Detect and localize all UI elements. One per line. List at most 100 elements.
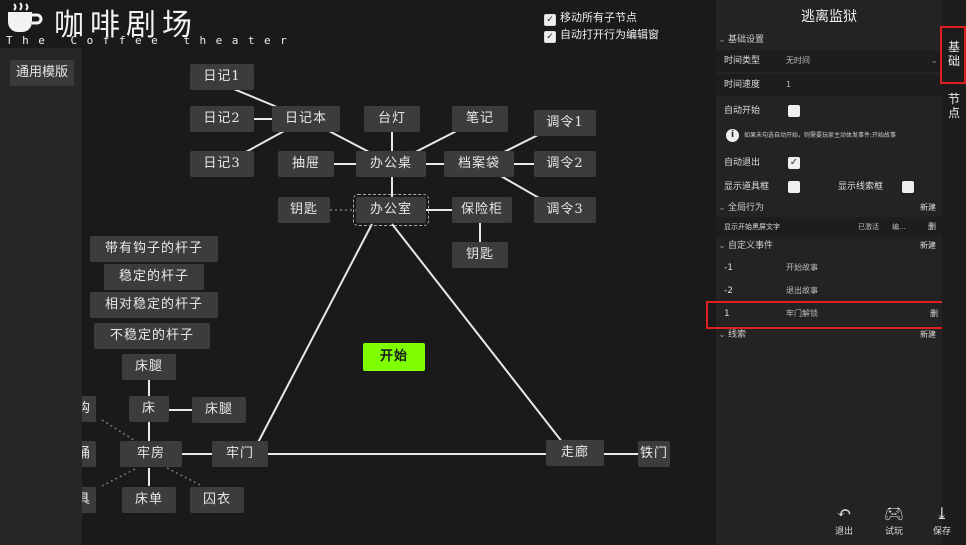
- field-label: 显示道具框: [724, 182, 770, 192]
- chevron-down-icon: ⌄: [718, 203, 726, 213]
- node-diary3[interactable]: 日记3: [190, 151, 254, 177]
- template-button[interactable]: 通用模版: [10, 60, 74, 86]
- node-diary-book[interactable]: 日记本: [272, 106, 340, 132]
- field-label: 时间类型: [724, 56, 761, 66]
- node-rod-stable[interactable]: 稳定的杆子: [104, 264, 204, 290]
- node-office[interactable]: 办公室: [353, 194, 429, 226]
- checkbox-icon[interactable]: ✓: [544, 14, 556, 26]
- node-key1[interactable]: 钥匙: [278, 197, 330, 223]
- row-time-speed[interactable]: 时间速度 1: [716, 74, 942, 96]
- section-label: 线索: [728, 330, 747, 340]
- row-auto-start[interactable]: 自动开始: [716, 100, 942, 122]
- undo-arrow-icon: ↶: [836, 503, 852, 524]
- highlight-box-tab: [940, 26, 966, 84]
- row-show-frames: 显示道具框 显示线索框: [716, 176, 942, 198]
- node-order3[interactable]: 调令3: [534, 197, 596, 223]
- node-bucket[interactable]: 桶: [82, 441, 96, 467]
- section-label: 基础设置: [728, 35, 765, 45]
- node-rod-unstable[interactable]: 不稳定的杆子: [94, 323, 210, 349]
- coffee-cup-logo-icon: [8, 2, 43, 32]
- time-speed-input[interactable]: 1: [786, 74, 791, 96]
- option-label: 移动所有子节点: [560, 11, 637, 24]
- gamepad-icon: 🎮︎: [883, 504, 905, 523]
- row-time-type[interactable]: 时间类型 无时间 ⌄: [716, 50, 942, 72]
- section-basic-settings[interactable]: ⌄ 基础设置: [716, 31, 942, 49]
- download-icon: ⤓: [935, 504, 949, 523]
- option-move-children[interactable]: ✓ 移动所有子节点: [544, 9, 637, 26]
- left-sidebar: [0, 48, 82, 545]
- node-diary1[interactable]: 日记1: [190, 64, 254, 90]
- node-bed-leg1[interactable]: 床腿: [122, 354, 176, 380]
- info-icon: i: [726, 129, 739, 142]
- node-start[interactable]: 开始: [363, 343, 425, 371]
- field-label: 时间速度: [724, 80, 761, 90]
- option-label: 自动打开行为编辑窗: [560, 28, 659, 41]
- try-play-button[interactable]: 🎮︎ 试玩: [876, 504, 912, 537]
- button-label: 退出: [834, 527, 853, 537]
- node-cell-door[interactable]: 牢门: [212, 441, 268, 467]
- node-bed-leg2[interactable]: 床腿: [192, 397, 246, 423]
- node-hook[interactable]: 钩: [82, 396, 96, 422]
- event-id: -1: [724, 263, 733, 273]
- node-cell[interactable]: 牢房: [120, 441, 182, 467]
- chevron-down-icon: ⌄: [718, 241, 726, 251]
- auto-start-checkbox[interactable]: [788, 105, 800, 117]
- info-message: i 如果未勾选自动开始，则需要玩家主动体发事件:开始故事: [726, 127, 938, 145]
- event-name: 开始故事: [786, 263, 818, 272]
- section-label: 全局行为: [728, 203, 765, 213]
- edit-button[interactable]: 编...: [892, 217, 906, 237]
- event-id: -2: [724, 286, 733, 296]
- show-clue-frame-checkbox[interactable]: [902, 181, 914, 193]
- node-desk[interactable]: 办公桌: [356, 151, 426, 177]
- exit-button[interactable]: ↶ 退出: [826, 503, 862, 538]
- node-lamp[interactable]: 台灯: [364, 106, 420, 132]
- info-text: 如果未勾选自动开始，则需要玩家主动体发事件:开始故事: [744, 132, 897, 139]
- behavior-name: 显示开始黑屏文字: [724, 223, 780, 231]
- node-corridor[interactable]: 走廊: [546, 440, 604, 466]
- field-label: 自动退出: [724, 158, 761, 168]
- node-notebook[interactable]: 笔记: [452, 106, 508, 132]
- node-sheet[interactable]: 床单: [122, 487, 176, 513]
- node-archive-bag[interactable]: 档案袋: [444, 151, 514, 177]
- event-row[interactable]: -1 开始故事: [716, 257, 942, 279]
- node-safe[interactable]: 保险柜: [452, 197, 512, 223]
- show-item-frame-checkbox[interactable]: [788, 181, 800, 193]
- node-order1[interactable]: 调令1: [534, 110, 596, 136]
- time-type-select[interactable]: 无时间: [786, 50, 810, 72]
- node-bed[interactable]: 床: [129, 396, 169, 422]
- field-label: 自动开始: [724, 106, 761, 116]
- row-auto-exit[interactable]: 自动退出 ✓: [716, 152, 942, 174]
- chevron-down-icon[interactable]: ⌄: [930, 50, 938, 72]
- story-title: 逃离监狱: [801, 9, 857, 25]
- event-row[interactable]: -2 退出故事: [716, 280, 942, 302]
- new-event-button[interactable]: 新建: [920, 237, 936, 255]
- field-label: 显示线索框: [838, 182, 884, 192]
- chevron-down-icon: ⌄: [718, 35, 726, 45]
- node-rod-relatively-stable[interactable]: 相对稳定的杆子: [90, 292, 218, 318]
- checkbox-icon[interactable]: ✓: [544, 31, 556, 43]
- node-key2[interactable]: 钥匙: [452, 242, 508, 268]
- node-diary2[interactable]: 日记2: [190, 106, 254, 132]
- node-drawer[interactable]: 抽屉: [278, 151, 334, 177]
- node-prison-clothes[interactable]: 囚衣: [190, 487, 244, 513]
- node-tool[interactable]: 具: [82, 487, 96, 513]
- behavior-status: 已激活: [858, 223, 879, 231]
- button-label: 试玩: [884, 527, 903, 537]
- properties-panel: 逃离监狱 ⌄ 基础设置 时间类型 无时间 ⌄ 时间速度 1 自动开始 i 如果未勾选…: [716, 0, 942, 545]
- section-label: 自定义事件: [728, 241, 774, 251]
- auto-exit-checkbox[interactable]: ✓: [788, 157, 800, 169]
- delete-button[interactable]: 删: [928, 217, 936, 237]
- button-label: 保存: [932, 527, 951, 537]
- node-rod-hook[interactable]: 带有钩子的杆子: [90, 236, 218, 262]
- tab-nodes[interactable]: 节点: [942, 92, 966, 120]
- section-global-behavior[interactable]: ⌄ 全局行为 新建: [716, 199, 942, 217]
- node-canvas[interactable]: ✓ 移动所有子节点 ✓ 自动打开行为编辑窗 日记1 日记2 日记3 日记本 台灯 笔…: [82, 0, 716, 545]
- option-auto-open-editor[interactable]: ✓ 自动打开行为编辑窗: [544, 26, 659, 43]
- save-button[interactable]: ⤓ 保存: [924, 504, 960, 537]
- node-iron-door[interactable]: 铁门: [638, 441, 670, 467]
- section-custom-events[interactable]: ⌄ 自定义事件 新建: [716, 237, 942, 255]
- highlight-box-event: [706, 301, 955, 329]
- node-order2[interactable]: 调令2: [534, 151, 596, 177]
- global-behavior-row[interactable]: 显示开始黑屏文字 已激活 编... 删: [716, 217, 942, 237]
- new-global-behavior-button[interactable]: 新建: [920, 199, 936, 217]
